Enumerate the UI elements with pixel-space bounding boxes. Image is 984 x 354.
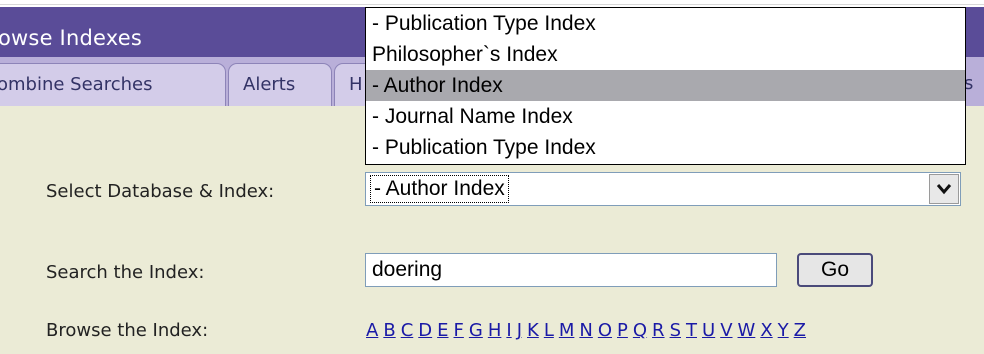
letter-link-z[interactable]: Z	[794, 320, 806, 341]
letter-link-h[interactable]: H	[488, 320, 502, 341]
letter-link-a[interactable]: A	[366, 320, 378, 341]
letter-link-u[interactable]: U	[702, 320, 715, 341]
letter-link-d[interactable]: D	[418, 320, 432, 341]
letter-link-t[interactable]: T	[686, 320, 697, 341]
letter-link-f[interactable]: F	[454, 320, 464, 341]
search-input[interactable]: doering	[365, 253, 777, 287]
letter-link-r[interactable]: R	[652, 320, 665, 341]
letter-link-o[interactable]: O	[598, 320, 612, 341]
dropdown-option[interactable]: Philosopher`s Index	[366, 39, 965, 70]
database-index-select[interactable]: - Author Index	[365, 172, 961, 206]
letter-link-m[interactable]: M	[559, 320, 575, 341]
letter-link-g[interactable]: G	[469, 320, 483, 341]
dropdown-option[interactable]: - Journal Name Index	[366, 101, 965, 132]
tab-combine-searches[interactable]: ombine Searches	[0, 63, 226, 106]
letter-link-n[interactable]: N	[579, 320, 592, 341]
letter-link-v[interactable]: V	[720, 320, 732, 341]
letter-link-k[interactable]: K	[527, 320, 539, 341]
tab-alerts[interactable]: Alerts	[228, 63, 332, 106]
dropdown-option[interactable]: - Publication Type Index	[366, 8, 965, 39]
alphabet-links: ABCDEFGHIJKLMNOPQRSTUVWXYZ	[366, 320, 811, 341]
top-border	[0, 0, 984, 5]
letter-link-s[interactable]: S	[670, 320, 681, 341]
letter-link-b[interactable]: B	[383, 320, 395, 341]
select-dropdown-button[interactable]	[929, 174, 959, 204]
dropdown-option[interactable]: - Publication Type Index	[366, 132, 965, 163]
page-title: owse Indexes	[0, 26, 142, 50]
letter-link-c[interactable]: C	[401, 320, 414, 341]
select-value: - Author Index	[370, 175, 509, 203]
go-button[interactable]: Go	[797, 253, 873, 287]
index-dropdown-list[interactable]: - Publication Type Index Philosopher`s I…	[365, 7, 966, 165]
letter-link-l[interactable]: L	[544, 320, 554, 341]
chevron-down-icon	[936, 184, 952, 195]
letter-link-q[interactable]: Q	[633, 320, 647, 341]
letter-link-p[interactable]: P	[617, 320, 628, 341]
letter-link-w[interactable]: W	[738, 320, 756, 341]
letter-link-x[interactable]: X	[760, 320, 772, 341]
letter-link-j[interactable]: J	[517, 320, 522, 341]
browse-index-label: Browse the Index:	[46, 320, 209, 341]
search-index-label: Search the Index:	[46, 262, 205, 283]
letter-link-i[interactable]: I	[506, 320, 511, 341]
select-database-label: Select Database & Index:	[46, 181, 275, 202]
letter-link-e[interactable]: E	[437, 320, 448, 341]
dropdown-option-selected[interactable]: - Author Index	[366, 70, 965, 101]
letter-link-y[interactable]: Y	[778, 320, 789, 341]
